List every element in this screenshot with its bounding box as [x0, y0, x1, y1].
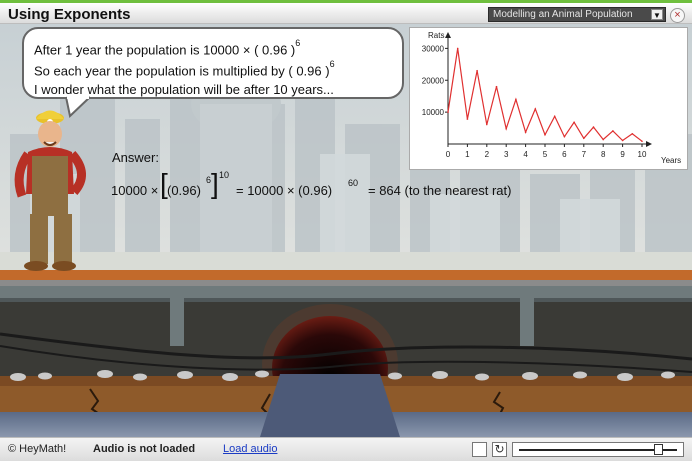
bubble-line-1: After 1 year the population is 10000 × (… [34, 38, 301, 58]
data-point-0-13 [573, 121, 575, 124]
x-tick-label-0: 0 [446, 150, 451, 159]
replay-icon[interactable]: ↻ [492, 442, 507, 457]
data-point-0-14 [583, 137, 585, 140]
data-point-0-5 [495, 85, 498, 88]
lesson-dropdown-value: Modelling an Animal Population [493, 9, 633, 20]
title-bar: Using Exponents Modelling an Animal Popu… [0, 0, 692, 24]
data-point-0-8 [524, 131, 527, 134]
x-tick-label-3: 3 [504, 150, 509, 159]
bubble-line-1-exponent: 6 [295, 38, 301, 48]
bubble-line-2: So each year the population is multiplie… [34, 59, 335, 79]
data-point-0-1 [456, 47, 459, 50]
lesson-dropdown[interactable]: Modelling an Animal Population ▼ [488, 7, 666, 22]
data-point-0-16 [602, 138, 604, 141]
answer-label: Answer: [112, 150, 159, 165]
speech-bubble: After 1 year the population is 10000 × (… [22, 27, 404, 99]
x-tick-label-1: 1 [465, 150, 470, 159]
data-point-0-11 [553, 115, 556, 118]
answer-part-1: 10000 × [111, 183, 159, 198]
data-point-0-2 [466, 118, 469, 120]
bubble-line-2-exponent: 6 [329, 59, 335, 69]
series-line-0 [447, 48, 643, 142]
population-chart-svg: Rats Years 0 1 2 3 4 5 6 7 8 9 10 10000 20000 30000 [422, 31, 681, 165]
x-axis-label: Years [661, 156, 681, 165]
y-tick-label-20000: 20000 [422, 76, 445, 85]
answer-base: (0.96) [167, 183, 201, 198]
x-tick-label-4: 4 [523, 150, 528, 159]
y-axis-arrow [445, 32, 451, 38]
data-point-0-10 [544, 133, 546, 136]
app-title: Using Exponents [8, 6, 131, 23]
play-toggle-button[interactable] [472, 442, 487, 457]
close-button[interactable]: × [670, 8, 685, 23]
app-window: Using Exponents Modelling an Animal Popu… [0, 0, 692, 461]
data-point-0-19 [631, 133, 634, 135]
data-point-0-18 [621, 139, 624, 142]
answer-outer-exponent: 10 [219, 170, 230, 180]
x-tick-label-7: 7 [582, 150, 587, 159]
bubble-line-1-text: After 1 year the population is 10000 × (… [34, 42, 296, 58]
data-point-0-0 [447, 111, 449, 113]
x-tick-label-6: 6 [562, 150, 567, 159]
data-point-0-3 [476, 69, 478, 72]
population-chart: Rats Years 0 1 2 3 4 5 6 7 8 9 10 10000 20000 30000 [409, 27, 688, 170]
data-point-0-12 [563, 135, 566, 138]
x-tick-label-2: 2 [485, 150, 490, 159]
y-tick-label-10000: 10000 [422, 108, 445, 117]
right-bracket: ] [211, 168, 219, 199]
y-tick-label-30000: 30000 [422, 44, 445, 53]
data-point-0-9 [534, 108, 537, 110]
copyright-text: © HeyMath! [8, 443, 67, 455]
y-axis-label: Rats [428, 31, 444, 40]
progress-thumb[interactable] [654, 444, 663, 455]
footer-bar: © HeyMath! Audio is not loaded Load audi… [0, 437, 692, 461]
x-tick-label-8: 8 [601, 150, 606, 159]
data-point-0-20 [641, 140, 643, 143]
x-axis-arrow [646, 141, 652, 147]
bubble-line-2-text: So each year the population is multiplie… [34, 63, 330, 79]
data-point-0-7 [515, 98, 517, 101]
x-tick-label-9: 9 [620, 150, 625, 159]
bubble-tail [65, 96, 91, 118]
answer-part-2-exponent: 60 [348, 178, 359, 188]
bubble-line-3: I wonder what the population will be aft… [34, 82, 334, 97]
data-point-0-15 [592, 126, 595, 128]
load-audio-link[interactable]: Load audio [223, 443, 277, 455]
data-point-0-6 [505, 127, 507, 130]
data-point-0-17 [612, 130, 614, 132]
x-tick-label-10: 10 [638, 150, 647, 159]
audio-status: Audio is not loaded [93, 443, 196, 455]
answer-part-2: = 10000 × (0.96) [236, 183, 333, 198]
chevron-down-icon[interactable]: ▼ [651, 9, 663, 20]
data-point-0-4 [486, 123, 488, 126]
x-tick-label-5: 5 [543, 150, 548, 159]
answer-result: = 864 (to the nearest rat) [368, 183, 512, 198]
